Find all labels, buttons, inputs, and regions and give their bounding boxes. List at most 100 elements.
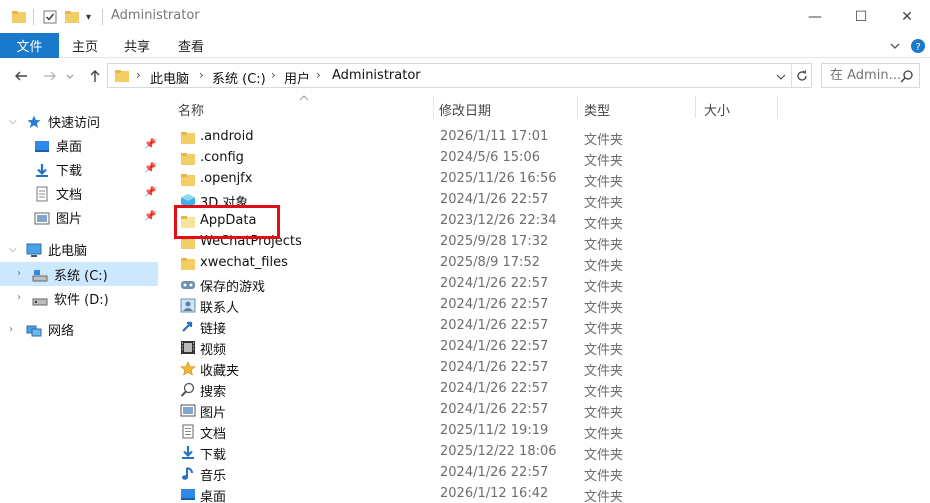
file-type: 文件夹 <box>584 448 624 463</box>
pictures-icon <box>180 403 196 418</box>
chevron-down-icon[interactable]: ⌵ <box>9 116 17 127</box>
file-type: 文件夹 <box>584 469 624 484</box>
nav-label: 网络 <box>48 324 75 339</box>
up-button[interactable] <box>86 66 104 86</box>
folder-icon <box>114 68 130 87</box>
recent-locations-button[interactable] <box>64 66 76 86</box>
documents-icon <box>180 424 196 439</box>
nav-label: 图片 <box>56 212 83 227</box>
address-row: › 此电脑 › 系统 (C:) › 用户 › Administrator <box>0 58 930 96</box>
table-row[interactable]: 文档 2025/11/2 19:19 文件夹 <box>177 421 917 442</box>
back-button[interactable] <box>11 66 31 86</box>
nav-label: 此电脑 <box>48 244 88 259</box>
links-icon <box>180 319 196 334</box>
table-row[interactable]: 视频 2024/1/26 22:57 文件夹 <box>177 337 917 358</box>
table-row[interactable]: 联系人 2024/1/26 22:57 文件夹 <box>177 295 917 316</box>
new-folder-icon[interactable] <box>64 7 80 27</box>
table-row[interactable]: 3D 对象 2024/1/26 22:57 文件夹 <box>177 190 917 211</box>
column-header-type[interactable]: 类型 <box>584 100 610 119</box>
favorites-icon <box>180 361 196 376</box>
table-row[interactable]: 音乐 2024/1/26 22:57 文件夹 <box>177 463 917 484</box>
chevron-right-icon[interactable]: › <box>17 292 21 303</box>
nav-item-software-d[interactable]: 软件 (D:) <box>32 287 109 310</box>
downloads-icon <box>180 445 196 460</box>
nav-item-system-c[interactable]: 系统 (C:) <box>32 263 108 286</box>
nav-label: 桌面 <box>56 140 83 155</box>
file-name: 桌面 <box>200 490 227 503</box>
nav-item-documents[interactable]: 文档 <box>34 182 82 205</box>
maximize-button[interactable]: ☐ <box>838 0 884 33</box>
searches-icon <box>180 382 196 397</box>
nav-quick-access[interactable]: 快速访问 <box>26 110 100 133</box>
pin-icon[interactable]: 📌 <box>144 211 156 222</box>
chevron-down-icon[interactable]: ⌵ <box>9 244 17 255</box>
close-button[interactable]: ✕ <box>884 0 930 33</box>
nav-label: 下载 <box>56 164 83 179</box>
minimize-button[interactable]: — <box>792 0 838 33</box>
tab-file[interactable]: 文件 <box>0 33 59 58</box>
table-row[interactable]: .config 2024/5/6 15:06 文件夹 <box>177 148 917 169</box>
up-arrow-icon <box>90 70 100 82</box>
expand-ribbon-icon[interactable] <box>887 38 903 54</box>
column-header-size[interactable]: 大小 <box>704 100 730 119</box>
table-row[interactable]: 下载 2025/12/22 18:06 文件夹 <box>177 442 917 463</box>
file-type: 文件夹 <box>584 385 624 400</box>
nav-label: 系统 (C:) <box>54 269 108 284</box>
table-row[interactable]: 收藏夹 2024/1/26 22:57 文件夹 <box>177 358 917 379</box>
address-dropdown-icon[interactable] <box>775 68 787 87</box>
nav-network[interactable]: 网络 <box>26 318 74 341</box>
pin-icon[interactable]: 📌 <box>144 163 156 174</box>
chevron-right-icon[interactable]: › <box>17 268 21 279</box>
table-row[interactable]: 保存的游戏 2024/1/26 22:57 文件夹 <box>177 274 917 295</box>
column-header-name[interactable]: 名称 <box>178 100 204 119</box>
nav-item-downloads[interactable]: 下载 <box>34 158 82 181</box>
tab-view[interactable]: 查看 <box>178 33 204 58</box>
table-row[interactable]: .openjfx 2025/11/26 16:56 文件夹 <box>177 169 917 190</box>
search-input[interactable] <box>830 64 902 86</box>
tab-home[interactable]: 主页 <box>72 33 98 58</box>
file-date: 2024/1/26 22:57 <box>440 318 549 333</box>
file-name: 联系人 <box>200 301 240 316</box>
table-row[interactable]: WeChatProjects 2025/9/28 17:32 文件夹 <box>177 232 917 253</box>
table-row[interactable]: 搜索 2024/1/26 22:57 文件夹 <box>177 379 917 400</box>
file-date: 2026/1/12 16:42 <box>440 486 549 501</box>
help-icon[interactable]: ? <box>910 38 926 54</box>
customize-toolbar-icon[interactable]: ▾ <box>86 7 91 27</box>
pin-icon[interactable]: 📌 <box>144 187 156 198</box>
nav-this-pc[interactable]: 此电脑 <box>26 238 87 261</box>
tab-share[interactable]: 共享 <box>124 33 150 58</box>
breadcrumb-users[interactable]: 用户 <box>284 68 310 87</box>
nav-item-desktop[interactable]: 桌面 <box>34 134 82 157</box>
table-row[interactable]: .android 2026/1/11 17:01 文件夹 <box>177 127 917 148</box>
file-date: 2025/11/2 19:19 <box>440 423 549 438</box>
table-row[interactable]: 图片 2024/1/26 22:57 文件夹 <box>177 400 917 421</box>
file-name: .android <box>200 129 254 144</box>
column-header-date[interactable]: 修改日期 <box>439 100 491 119</box>
breadcrumb-administrator[interactable]: Administrator <box>332 68 421 83</box>
file-date: 2024/1/26 22:57 <box>440 192 549 207</box>
file-type: 文件夹 <box>584 217 624 232</box>
breadcrumb-this-pc[interactable]: 此电脑 <box>150 68 189 87</box>
folder-icon <box>11 7 27 27</box>
properties-icon[interactable] <box>42 7 58 27</box>
search-box[interactable] <box>821 63 920 88</box>
file-date: 2023/12/26 22:34 <box>440 213 557 228</box>
refresh-icon[interactable] <box>794 68 810 87</box>
maximize-icon: ☐ <box>854 8 868 25</box>
chevron-down-icon <box>66 74 74 79</box>
table-row[interactable]: AppData 2023/12/26 22:34 文件夹 <box>177 211 917 232</box>
chevron-right-icon[interactable]: › <box>9 324 13 335</box>
videos-icon <box>180 340 196 355</box>
forward-button[interactable] <box>40 66 60 86</box>
file-type: 文件夹 <box>584 280 624 295</box>
breadcrumb-system-c[interactable]: 系统 (C:) <box>212 68 266 87</box>
pin-icon[interactable]: 📌 <box>144 139 156 150</box>
file-name: 音乐 <box>200 469 227 484</box>
file-name: xwechat_files <box>200 255 288 270</box>
file-name: .config <box>200 150 244 165</box>
table-row[interactable]: 桌面 2026/1/12 16:42 文件夹 <box>177 484 917 503</box>
table-row[interactable]: 链接 2024/1/26 22:57 文件夹 <box>177 316 917 337</box>
address-bar[interactable]: › 此电脑 › 系统 (C:) › 用户 › Administrator <box>107 63 812 88</box>
nav-item-pictures[interactable]: 图片 <box>34 206 82 229</box>
table-row[interactable]: xwechat_files 2025/8/9 17:52 文件夹 <box>177 253 917 274</box>
